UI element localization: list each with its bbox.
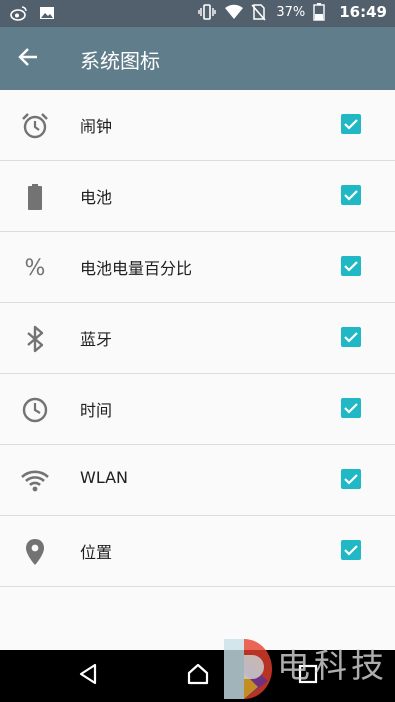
- location-pin-icon: [20, 537, 50, 567]
- status-bar-left: [10, 4, 56, 22]
- nav-back-button[interactable]: [74, 662, 102, 690]
- battery-icon: [20, 182, 50, 212]
- list-item-alarm[interactable]: 闹钟: [0, 90, 395, 161]
- item-label: 位置: [80, 543, 113, 562]
- battery-percent: 37%: [276, 4, 306, 20]
- triangle-back-icon: [76, 662, 100, 690]
- item-label: 时间: [80, 401, 113, 420]
- square-recents-icon: [297, 663, 319, 689]
- list-item-location[interactable]: 位置: [0, 516, 395, 587]
- nav-home-button[interactable]: [184, 662, 212, 690]
- vibrate-icon: [198, 3, 217, 21]
- weibo-icon: [10, 4, 28, 22]
- checkbox[interactable]: [341, 327, 361, 347]
- list-item-battery-percentage[interactable]: % 电池电量百分比: [0, 232, 395, 303]
- checkbox[interactable]: [341, 185, 361, 205]
- settings-list: 闹钟 电池 % 电池电量百分比 蓝牙 时间 WLAN 位置: [0, 90, 395, 587]
- checkbox[interactable]: [341, 114, 361, 134]
- checkbox[interactable]: [341, 469, 361, 489]
- app-bar: 系统图标: [0, 27, 395, 90]
- clock-icon: [20, 395, 50, 425]
- wifi-icon: [20, 466, 50, 496]
- page-title: 系统图标: [80, 49, 160, 73]
- list-item-battery[interactable]: 电池: [0, 161, 395, 232]
- back-button[interactable]: [12, 43, 44, 75]
- nav-recents-button[interactable]: [294, 662, 322, 690]
- checkbox[interactable]: [341, 256, 361, 276]
- checkbox[interactable]: [341, 398, 361, 418]
- list-item-bluetooth[interactable]: 蓝牙: [0, 303, 395, 374]
- alarm-icon: [20, 111, 50, 141]
- navigation-bar: [0, 650, 395, 702]
- arrow-back-icon: [17, 46, 39, 72]
- no-sim-icon: [250, 3, 268, 21]
- status-time: 16:49: [339, 3, 387, 21]
- percent-icon: %: [24, 255, 46, 281]
- item-label: 蓝牙: [80, 330, 113, 349]
- home-icon: [186, 662, 210, 690]
- item-label: 电池电量百分比: [80, 259, 193, 278]
- wifi-icon: [224, 3, 244, 21]
- item-label: 闹钟: [80, 117, 113, 136]
- list-item-time[interactable]: 时间: [0, 374, 395, 445]
- image-icon: [38, 4, 56, 22]
- status-bar: 37% 16:49: [0, 0, 395, 27]
- list-item-wlan[interactable]: WLAN: [0, 445, 395, 516]
- item-label: 电池: [80, 188, 113, 207]
- checkbox[interactable]: [341, 540, 361, 560]
- item-label: WLAN: [80, 468, 129, 487]
- bluetooth-icon: [20, 324, 50, 354]
- battery-icon: [313, 3, 331, 21]
- status-bar-right: 37% 16:49: [198, 3, 387, 21]
